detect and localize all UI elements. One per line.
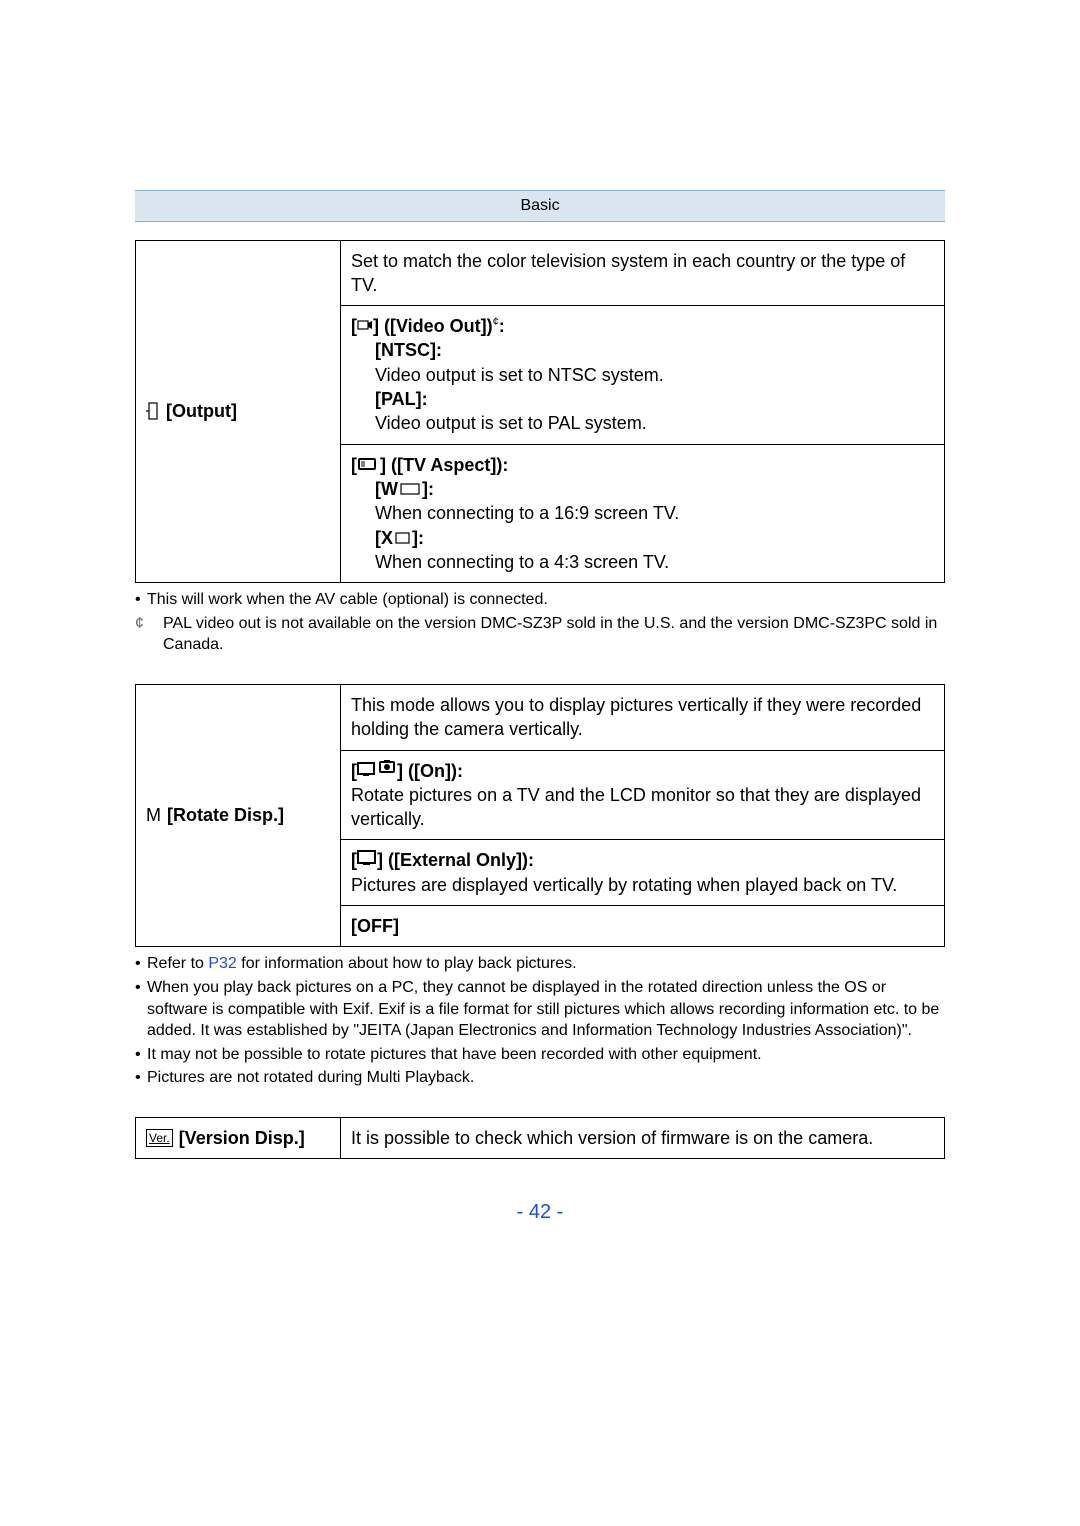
version-icon: Ver. xyxy=(146,1129,173,1147)
rotate-label: [Rotate Disp.] xyxy=(167,803,284,827)
video-out-icon xyxy=(357,318,373,332)
note-pal: PAL video out is not available on the ve… xyxy=(163,613,945,656)
version-text: It is possible to check which version of… xyxy=(351,1128,873,1148)
x-suffix: ]: xyxy=(412,528,424,548)
rotate-left-cell: M [Rotate Disp.] xyxy=(136,684,341,946)
rotate-off: [OFF] xyxy=(351,916,399,936)
rotate-off-cell: [OFF] xyxy=(341,906,945,947)
rotate-prefix: M xyxy=(146,803,161,827)
standard-icon xyxy=(395,532,410,544)
version-label: [Version Disp.] xyxy=(179,1126,305,1150)
version-table: Ver. [Version Disp.] It is possible to c… xyxy=(135,1117,945,1159)
video-out-heading: ] ([Video Out]) xyxy=(373,316,493,336)
w-label: [W xyxy=(375,479,398,499)
video-out-cell: [] ([Video Out])¢: [NTSC]: Video output … xyxy=(341,306,945,444)
note-p32-b: for information about how to play back p… xyxy=(237,955,577,972)
output-intro-cell: Set to match the color television system… xyxy=(341,240,945,306)
rotate-ext-icon xyxy=(357,848,377,866)
tv-aspect-icon xyxy=(357,457,377,471)
note-p32-a: Refer to xyxy=(147,955,208,972)
note-av: This will work when the AV cable (option… xyxy=(147,589,548,611)
rotate-on-icon xyxy=(357,759,397,777)
tv-aspect-heading: ] ([TV Aspect]): xyxy=(380,455,508,475)
version-icon-text: Ver. xyxy=(149,1130,170,1146)
output-intro: Set to match the color television system… xyxy=(351,251,905,295)
rotate-intro: This mode allows you to display pictures… xyxy=(351,695,921,739)
rotate-on-cell: [ ] ([On]): Rotate pictures on a TV and … xyxy=(341,750,945,840)
rotate-notes: •Refer to P32 for information about how … xyxy=(135,953,945,1089)
pal-label: [PAL]: xyxy=(351,387,934,411)
tv-aspect-cell: [] ([TV Aspect]): [W]: When connecting t… xyxy=(341,444,945,582)
wide-icon xyxy=(400,483,420,495)
pal-text: Video output is set to PAL system. xyxy=(351,411,934,435)
rotate-table: M [Rotate Disp.] This mode allows you to… xyxy=(135,684,945,947)
x-text: When connecting to a 4:3 screen TV. xyxy=(351,550,934,574)
rotate-on-text: Rotate pictures on a TV and the LCD moni… xyxy=(351,783,934,832)
rotate-ext-heading: ] ([External Only]): xyxy=(377,850,534,870)
w-suffix: ]: xyxy=(422,479,434,499)
version-text-cell: It is possible to check which version of… xyxy=(341,1117,945,1158)
output-icon xyxy=(146,402,160,420)
rotate-intro-cell: This mode allows you to display pictures… xyxy=(341,684,945,750)
ntsc-label: [NTSC]: xyxy=(351,338,934,362)
output-left-cell: [Output] xyxy=(136,240,341,583)
note-multi: Pictures are not rotated during Multi Pl… xyxy=(147,1067,474,1089)
ntsc-text: Video output is set to NTSC system. xyxy=(351,363,934,387)
rotate-on-heading: ] ([On]): xyxy=(397,761,463,781)
section-title: Basic xyxy=(520,197,559,214)
x-label: [X xyxy=(375,528,393,548)
note-p32: Refer to P32 for information about how t… xyxy=(147,953,577,975)
output-notes: •This will work when the AV cable (optio… xyxy=(135,589,945,656)
output-label: [Output] xyxy=(166,399,237,423)
note-star: ¢ xyxy=(135,613,163,656)
section-header: Basic xyxy=(135,190,945,222)
note-pc: When you play back pictures on a PC, the… xyxy=(147,977,945,1042)
w-text: When connecting to a 16:9 screen TV. xyxy=(351,501,934,525)
output-table: [Output] Set to match the color televisi… xyxy=(135,240,945,584)
rotate-ext-cell: [] ([External Only]): Pictures are displ… xyxy=(341,840,945,906)
version-left-cell: Ver. [Version Disp.] xyxy=(136,1117,341,1158)
note-other: It may not be possible to rotate picture… xyxy=(147,1044,762,1066)
rotate-ext-text: Pictures are displayed vertically by rot… xyxy=(351,873,934,897)
link-p32[interactable]: P32 xyxy=(208,955,236,972)
page-number: - 42 - xyxy=(0,1199,1080,1226)
